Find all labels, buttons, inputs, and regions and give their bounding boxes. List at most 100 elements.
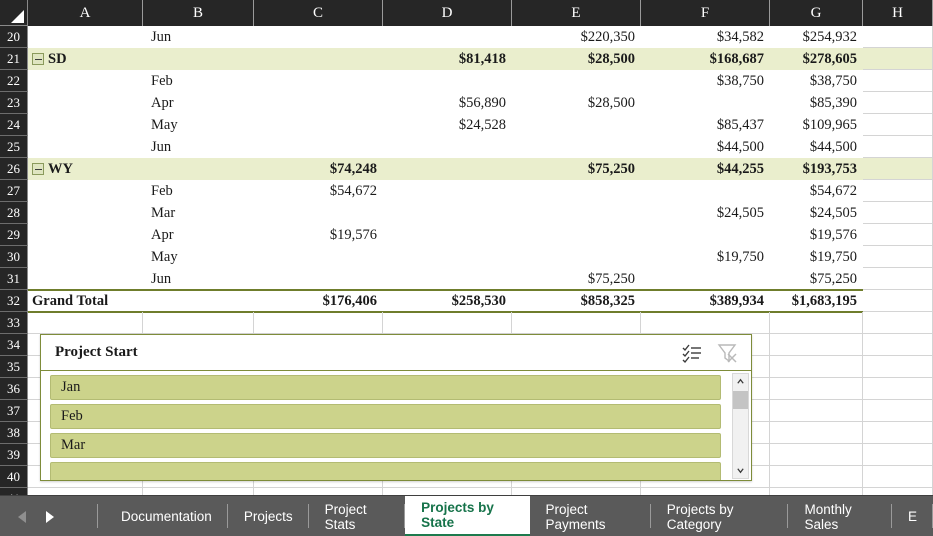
row-header-21[interactable]: 21 <box>0 48 28 70</box>
cell-E32[interactable]: $858,325 <box>512 290 641 312</box>
worksheet-grid[interactable]: 20 21 22 23 24 25 26 27 28 29 30 31 32 33 34 35 36 37 38 39… <box>0 0 933 495</box>
cell-B25[interactable]: Jun <box>143 136 254 158</box>
table-row[interactable]: WY $74,248 $75,250 $44,255 $193,753 <box>28 158 933 180</box>
empty-row[interactable] <box>28 488 933 495</box>
table-row[interactable]: SD $81,418 $28,500 $168,687 $278,605 <box>28 48 933 70</box>
empty-cell[interactable] <box>770 466 863 488</box>
slicer-item-jan[interactable]: Jan <box>50 375 721 400</box>
table-row[interactable]: Apr $56,890 $28,500 $85,390 <box>28 92 933 114</box>
cell-G32[interactable]: $1,683,195 <box>770 290 863 312</box>
empty-cell[interactable] <box>863 48 933 70</box>
column-header-e[interactable]: E <box>512 0 641 26</box>
slicer-project-start[interactable]: Project Start Jan Feb Mar <box>40 334 752 481</box>
column-header-f[interactable]: F <box>641 0 770 26</box>
empty-cell[interactable] <box>863 444 933 466</box>
empty-cell[interactable] <box>863 202 933 224</box>
cell-B20[interactable]: Jun <box>143 26 254 48</box>
column-header-strip[interactable]: ABCDEFGH <box>0 0 933 26</box>
sheet-tab-project-stats[interactable]: Project Stats <box>309 496 406 536</box>
table-row[interactable]: Jun $75,250 $75,250 <box>28 268 933 290</box>
cell-D24[interactable]: $24,528 <box>383 114 512 136</box>
sheet-tab-documentation[interactable]: Documentation <box>105 496 228 536</box>
empty-cell[interactable] <box>770 312 863 334</box>
cell-G26[interactable]: $193,753 <box>770 158 863 180</box>
empty-cell[interactable] <box>770 400 863 422</box>
cell-E21[interactable]: $28,500 <box>512 48 641 70</box>
cell-B29[interactable]: Apr <box>143 224 254 246</box>
empty-cell[interactable] <box>863 334 933 356</box>
column-header-d[interactable]: D <box>383 0 512 26</box>
empty-cell[interactable] <box>863 312 933 334</box>
slicer-item-list[interactable]: Jan Feb Mar <box>41 372 751 480</box>
cell-G22[interactable]: $38,750 <box>770 70 863 92</box>
empty-cell[interactable] <box>863 268 933 290</box>
empty-cell[interactable] <box>383 312 512 334</box>
cell-C26[interactable]: $74,248 <box>254 158 383 180</box>
column-header-a[interactable]: A <box>28 0 143 26</box>
cell-E31[interactable]: $75,250 <box>512 268 641 290</box>
cell-B22[interactable]: Feb <box>143 70 254 92</box>
cell-F22[interactable]: $38,750 <box>641 70 770 92</box>
row-header-29[interactable]: 29 <box>0 224 28 246</box>
row-header-41[interactable]: 41 <box>0 488 28 495</box>
cell-B31[interactable]: Jun <box>143 268 254 290</box>
row-header-22[interactable]: 22 <box>0 70 28 92</box>
cell-G20[interactable]: $254,932 <box>770 26 863 48</box>
row-header-38[interactable]: 38 <box>0 422 28 444</box>
empty-cell[interactable] <box>770 378 863 400</box>
collapse-button-wy[interactable] <box>32 163 44 175</box>
row-header-24[interactable]: 24 <box>0 114 28 136</box>
cell-D21[interactable]: $81,418 <box>383 48 512 70</box>
row-header-33[interactable]: 33 <box>0 312 28 334</box>
empty-cell[interactable] <box>770 422 863 444</box>
row-header-34[interactable]: 34 <box>0 334 28 356</box>
table-row[interactable]: Feb $54,672 $54,672 <box>28 180 933 202</box>
row-header-39[interactable]: 39 <box>0 444 28 466</box>
cell-B28[interactable]: Mar <box>143 202 254 224</box>
empty-cell[interactable] <box>641 312 770 334</box>
empty-cell[interactable] <box>863 290 933 312</box>
multi-select-icon[interactable] <box>681 342 703 364</box>
cell-C29[interactable]: $19,576 <box>254 224 383 246</box>
cell-F25[interactable]: $44,500 <box>641 136 770 158</box>
row-header-27[interactable]: 27 <box>0 180 28 202</box>
row-header-30[interactable]: 30 <box>0 246 28 268</box>
cell-F24[interactable]: $85,437 <box>641 114 770 136</box>
slicer-item-mar[interactable]: Mar <box>50 433 721 458</box>
row-header-32[interactable]: 32 <box>0 290 28 312</box>
empty-cell[interactable] <box>770 488 863 495</box>
chevron-up-icon[interactable] <box>733 374 748 389</box>
cell-F32[interactable]: $389,934 <box>641 290 770 312</box>
slicer-scroll-thumb[interactable] <box>733 391 748 409</box>
cell-D32[interactable]: $258,530 <box>383 290 512 312</box>
nav-next-icon[interactable] <box>46 511 54 523</box>
empty-cell[interactable] <box>143 488 254 495</box>
sheet-tab-e[interactable]: E <box>892 496 933 536</box>
cell-G31[interactable]: $75,250 <box>770 268 863 290</box>
row-header-20[interactable]: 20 <box>0 26 28 48</box>
empty-cell[interactable] <box>863 180 933 202</box>
table-row[interactable]: Grand Total $176,406 $258,530 $858,325 $389,… <box>28 290 933 312</box>
empty-cell[interactable] <box>863 400 933 422</box>
sheet-tab-projects-by-state[interactable]: Projects by State <box>405 496 530 536</box>
empty-cell[interactable] <box>254 488 383 495</box>
row-header-36[interactable]: 36 <box>0 378 28 400</box>
table-row[interactable]: May $24,528 $85,437 $109,965 <box>28 114 933 136</box>
cell-G29[interactable]: $19,576 <box>770 224 863 246</box>
empty-cell[interactable] <box>863 92 933 114</box>
cell-A26[interactable]: WY <box>28 158 143 180</box>
cell-B27[interactable]: Feb <box>143 180 254 202</box>
empty-cell[interactable] <box>512 488 641 495</box>
nav-prev-icon[interactable] <box>18 511 26 523</box>
select-all-corner-icon[interactable] <box>0 0 28 26</box>
empty-cell[interactable] <box>770 444 863 466</box>
row-header-25[interactable]: 25 <box>0 136 28 158</box>
row-header-28[interactable]: 28 <box>0 202 28 224</box>
cell-C27[interactable]: $54,672 <box>254 180 383 202</box>
column-header-b[interactable]: B <box>143 0 254 26</box>
row-header-26[interactable]: 26 <box>0 158 28 180</box>
empty-cell[interactable] <box>863 422 933 444</box>
table-row[interactable]: Jun $44,500 $44,500 <box>28 136 933 158</box>
row-header-23[interactable]: 23 <box>0 92 28 114</box>
empty-cell[interactable] <box>641 488 770 495</box>
